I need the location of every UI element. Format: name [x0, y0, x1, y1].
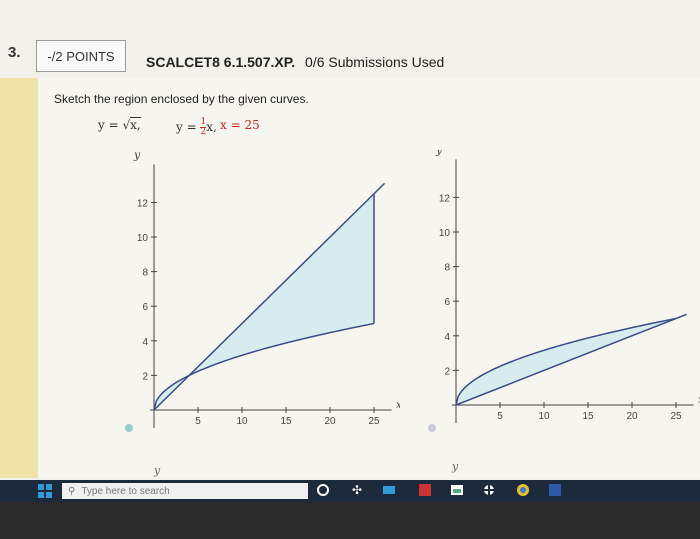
- x-tick-label: 10: [236, 416, 248, 427]
- y-tick-label: 4: [142, 337, 148, 348]
- x-tick-label: 25: [368, 416, 380, 427]
- store-icon[interactable]: [482, 483, 496, 497]
- y-tick-label: 10: [137, 233, 149, 244]
- eq2-lhs: y =: [176, 120, 201, 134]
- equation-line: x = 25: [220, 118, 260, 132]
- y-tick-label: 2: [444, 366, 450, 377]
- laptop-bezel: [0, 502, 700, 539]
- y-axis-label: y: [435, 150, 443, 156]
- eq1-radicand: x,: [130, 117, 141, 132]
- question-header: SCALCET8 6.1.507.XP. 0/6 Submissions Use…: [146, 54, 444, 70]
- chrome-icon[interactable]: [516, 483, 530, 497]
- dropbox-icon[interactable]: ✣: [350, 483, 364, 497]
- question-number: 3.: [8, 44, 21, 61]
- x-tick-label: 15: [582, 411, 594, 422]
- word-icon[interactable]: [548, 483, 562, 497]
- search-icon: ⚲: [68, 485, 76, 497]
- app-red-icon[interactable]: [418, 483, 432, 497]
- equation-sqrt: y = √x,: [98, 117, 141, 132]
- next-graph-ylabel-right: y: [452, 460, 459, 473]
- equation-half: y = 1 2 x,: [176, 118, 217, 137]
- y-axis-label: y: [133, 150, 141, 161]
- graph-option-1[interactable]: 12108642510152025yx: [110, 150, 400, 440]
- y-tick-label: 10: [439, 228, 451, 239]
- x-tick-label: 15: [280, 416, 292, 427]
- windows-start-icon[interactable]: [38, 484, 52, 498]
- question-prompt: Sketch the region enclosed by the given …: [54, 92, 309, 106]
- eq1-lhs: y =: [98, 118, 123, 132]
- x-tick-label: 20: [324, 416, 336, 427]
- question-code: SCALCET8 6.1.507.XP.: [146, 54, 296, 70]
- x-axis-label: x: [396, 400, 400, 411]
- y-tick-label: 6: [142, 302, 148, 313]
- points-box: -/2 POINTS: [36, 40, 126, 72]
- x-tick-label: 5: [195, 416, 201, 427]
- y-tick-label: 4: [444, 332, 450, 343]
- x-tick-label: 25: [670, 411, 682, 422]
- photos-icon[interactable]: [450, 483, 464, 497]
- line-curve-extension: [675, 313, 687, 320]
- graph-option-2[interactable]: 12108642510152025yx: [420, 150, 700, 440]
- x-tick-label: 10: [538, 411, 550, 422]
- accent-bar: [0, 78, 38, 478]
- line-curve: [455, 317, 677, 406]
- y-tick-label: 12: [439, 193, 451, 204]
- y-tick-label: 8: [444, 263, 450, 274]
- y-tick-label: 2: [142, 371, 148, 382]
- radio-option-2[interactable]: [428, 424, 436, 432]
- next-graph-ylabel-left: y: [154, 464, 161, 477]
- mail-icon[interactable]: [382, 483, 396, 497]
- line-curve-extension: [373, 182, 386, 195]
- x-tick-label: 5: [497, 411, 503, 422]
- sqrt-symbol: √: [122, 118, 131, 132]
- points-label: -/2 POINTS: [47, 48, 115, 64]
- search-placeholder: Type here to search: [81, 485, 170, 497]
- y-tick-label: 8: [142, 268, 148, 279]
- radio-option-1[interactable]: [125, 424, 133, 432]
- x-tick-label: 20: [626, 411, 638, 422]
- eq2-rhs: x,: [206, 120, 217, 134]
- y-tick-label: 12: [137, 198, 149, 209]
- cortana-icon[interactable]: [316, 483, 330, 497]
- taskbar-search-input[interactable]: ⚲ Type here to search: [62, 483, 308, 499]
- y-tick-label: 6: [444, 297, 450, 308]
- submissions-used: 0/6 Submissions Used: [305, 54, 445, 70]
